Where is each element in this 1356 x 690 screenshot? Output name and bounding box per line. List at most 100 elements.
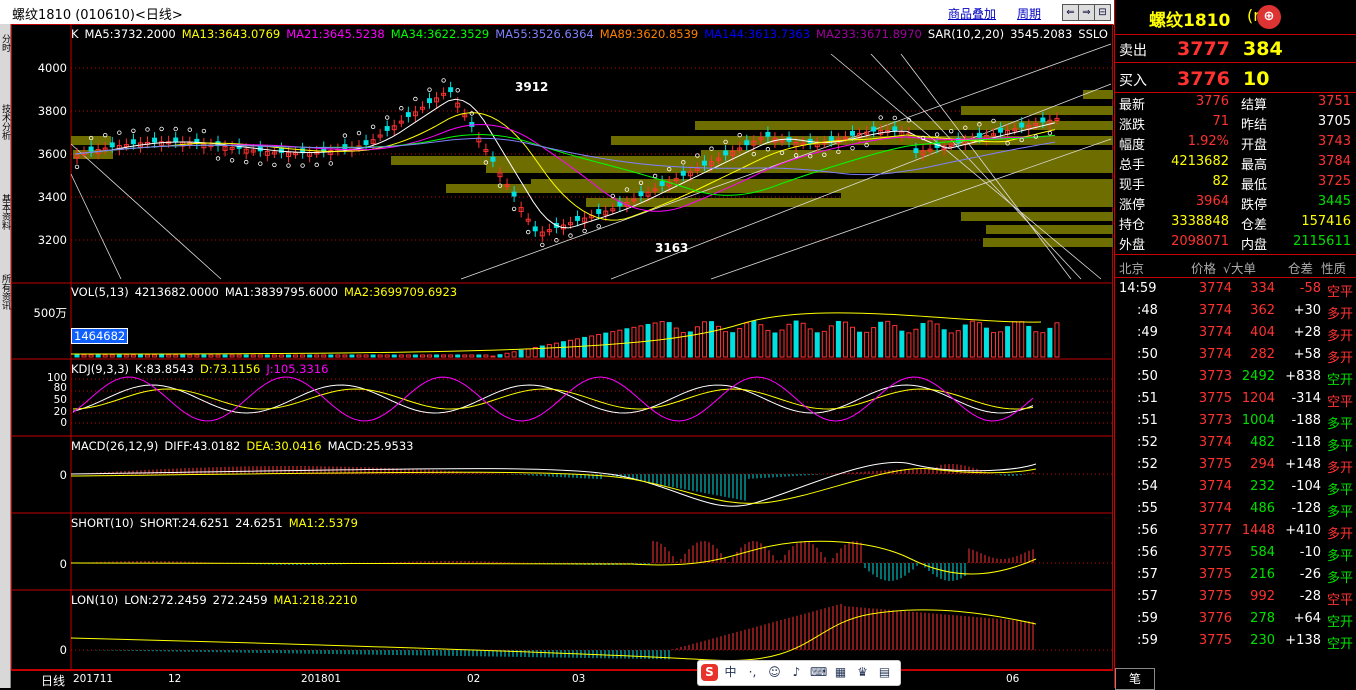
tick-row[interactable]: :56 3775 584 -10 多平: [1115, 542, 1356, 564]
volume-bar: [187, 354, 193, 358]
volume-bar: [1005, 326, 1011, 358]
sar-dot: [596, 224, 601, 229]
tick-row[interactable]: :59 3776 278 +64 空开: [1115, 608, 1356, 630]
volume-bar: [885, 320, 891, 358]
tab-news[interactable]: 所有资讯: [0, 274, 10, 310]
volume-bar: [152, 354, 158, 358]
tick-row[interactable]: :50 3773 2492 +838 空开: [1115, 366, 1356, 388]
tick-row[interactable]: :52 3775 294 +148 多开: [1115, 454, 1356, 476]
volume-bar: [159, 354, 165, 358]
tick-row[interactable]: :57 3775 216 -26 多平: [1115, 564, 1356, 586]
volume-bar: [913, 328, 919, 358]
tick-volume: 282: [1250, 347, 1275, 362]
chart-canvas[interactable]: [11, 24, 1113, 670]
tick-row[interactable]: 14:59 3774 334 -58 空平: [1115, 278, 1356, 300]
volume-bar: [173, 354, 179, 358]
indicator-value: VOL(5,13): [71, 285, 129, 299]
lon-axis-label: 0: [59, 643, 67, 657]
tick-row[interactable]: :48 3774 362 +30 多开: [1115, 300, 1356, 322]
candle-body: [680, 170, 686, 176]
logo-icon: ⊕: [1257, 5, 1281, 29]
volume-bar: [123, 354, 129, 358]
indicator-value: J:105.3316: [266, 362, 329, 376]
volume-bar: [716, 325, 722, 358]
tick-price: 3774: [1198, 435, 1232, 450]
indicator-value: MA144:3613.7363: [704, 27, 811, 41]
tick-row[interactable]: :57 3775 992 -28 空平: [1115, 586, 1356, 608]
candle-body: [278, 148, 284, 153]
volume-bar: [934, 323, 940, 358]
volume-bar: [779, 329, 785, 358]
tick-row[interactable]: :51 3773 1004 -188 多平: [1115, 410, 1356, 432]
toolbox-icon[interactable]: ▦: [832, 664, 849, 681]
tick-oi-diff: -10: [1299, 545, 1321, 560]
microphone-icon[interactable]: ♪: [788, 664, 805, 681]
sar-dot: [568, 233, 573, 238]
ime-lang-icon[interactable]: 中: [722, 664, 739, 681]
volume-bar: [857, 331, 863, 358]
tick-time: :56: [1137, 545, 1158, 560]
candle-body: [998, 127, 1004, 133]
emoji-icon[interactable]: ☺: [766, 664, 783, 681]
nav-left-icon[interactable]: ⇐: [1062, 4, 1079, 21]
keyboard-icon[interactable]: ⌨: [810, 664, 827, 681]
stat-value: 3964: [1195, 194, 1229, 209]
skin-icon[interactable]: ♛: [854, 664, 871, 681]
volume-bar: [864, 331, 870, 358]
volume-profile-bar: [961, 106, 1113, 115]
tab-minute[interactable]: 分时: [0, 34, 10, 52]
volume-bar: [166, 354, 172, 358]
volume-bar: [271, 354, 277, 358]
volume-bar: [434, 354, 440, 358]
overlay-button[interactable]: 商品叠加: [948, 5, 996, 22]
sogou-icon[interactable]: S: [701, 664, 718, 681]
punctuation-icon[interactable]: ·,: [744, 664, 761, 681]
candle-body: [448, 87, 454, 93]
tick-volume: 404: [1250, 325, 1275, 340]
tick-price: 3773: [1198, 369, 1232, 384]
tick-volume: 1004: [1241, 413, 1275, 428]
volume-bar: [546, 344, 552, 358]
stat-label: 涨跌: [1119, 118, 1146, 133]
tick-row[interactable]: :59 3775 230 +138 空开: [1115, 630, 1356, 652]
volume-bar: [962, 324, 968, 358]
volume-bar: [828, 325, 834, 358]
tick-row[interactable]: :54 3774 232 -104 多平: [1115, 476, 1356, 498]
tab-fundamentals[interactable]: 基本资料: [0, 194, 10, 230]
tick-price: 3775: [1198, 567, 1232, 582]
quote-title: 螺纹1810: [1149, 11, 1231, 31]
indicator-value: MA5:3732.2000: [84, 27, 176, 41]
volume-bar: [441, 354, 447, 358]
tick-row[interactable]: :50 3774 282 +58 多开: [1115, 344, 1356, 366]
tick-price: 3776: [1198, 611, 1232, 626]
tick-oi-diff: -188: [1291, 413, 1321, 428]
chart-area[interactable]: K MA5:3732.2000 MA13:3643.0769 MA21:3645.52…: [11, 24, 1154, 670]
tick-row[interactable]: :55 3774 486 -128 多平: [1115, 498, 1356, 520]
indicator-value: MACD(26,12,9): [71, 439, 159, 453]
volume-bar: [257, 354, 263, 358]
x-axis-label: 201801: [301, 673, 342, 685]
indicator-value: LON(10): [71, 593, 119, 607]
tab-ticks[interactable]: 笔: [1115, 668, 1155, 690]
tick-row[interactable]: :49 3774 404 +28 多开: [1115, 322, 1356, 344]
volume-bar: [772, 332, 778, 358]
volume-bar: [800, 322, 806, 358]
tick-row[interactable]: :56 3777 1448 +410 多开: [1115, 520, 1356, 542]
tick-oi-diff: +410: [1285, 523, 1321, 538]
tick-row[interactable]: :52 3774 482 -118 多平: [1115, 432, 1356, 454]
volume-bar: [384, 354, 390, 358]
volume-bar: [694, 326, 700, 358]
stat-label: 持仓: [1119, 218, 1146, 233]
tick-volume: 278: [1250, 611, 1275, 626]
ime-toolbar[interactable]: S 中 ·, ☺ ♪ ⌨ ▦ ♛ ▤: [697, 660, 901, 686]
candle-body: [596, 209, 602, 214]
tab-technical[interactable]: 技术分析: [0, 104, 10, 140]
layout-icon[interactable]: ⊟: [1094, 4, 1111, 21]
period-button[interactable]: 周期: [1017, 5, 1041, 22]
tick-time: :55: [1137, 501, 1158, 516]
volume-bar: [553, 342, 559, 358]
tick-row[interactable]: :51 3775 1204 -314 空平: [1115, 388, 1356, 410]
menu-icon[interactable]: ▤: [876, 664, 893, 681]
indicator-value: LON:272.2459: [124, 593, 207, 607]
nav-right-icon[interactable]: ⇒: [1078, 4, 1095, 21]
